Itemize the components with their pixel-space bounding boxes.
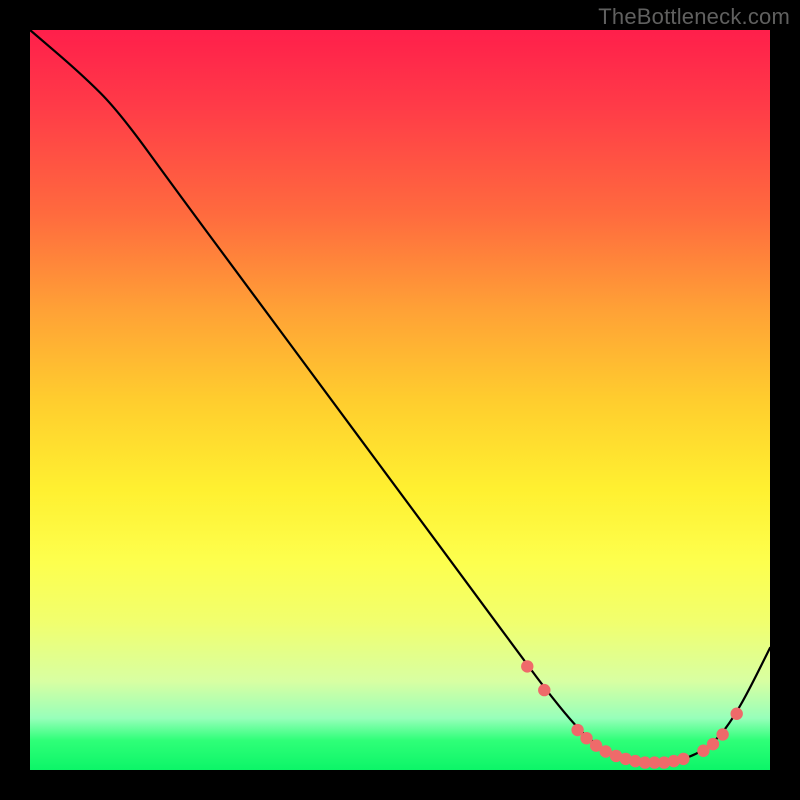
marker-dot: [677, 753, 689, 765]
marker-dot: [707, 738, 719, 750]
bottleneck-curve: [30, 30, 770, 763]
marker-dot: [716, 728, 728, 740]
watermark-text: TheBottleneck.com: [598, 4, 790, 30]
chart-svg: [30, 30, 770, 770]
marker-dots: [521, 660, 743, 769]
marker-dot: [538, 684, 550, 696]
marker-dot: [521, 660, 533, 672]
plot-area: [30, 30, 770, 770]
chart-frame: TheBottleneck.com: [0, 0, 800, 800]
marker-dot: [731, 708, 743, 720]
